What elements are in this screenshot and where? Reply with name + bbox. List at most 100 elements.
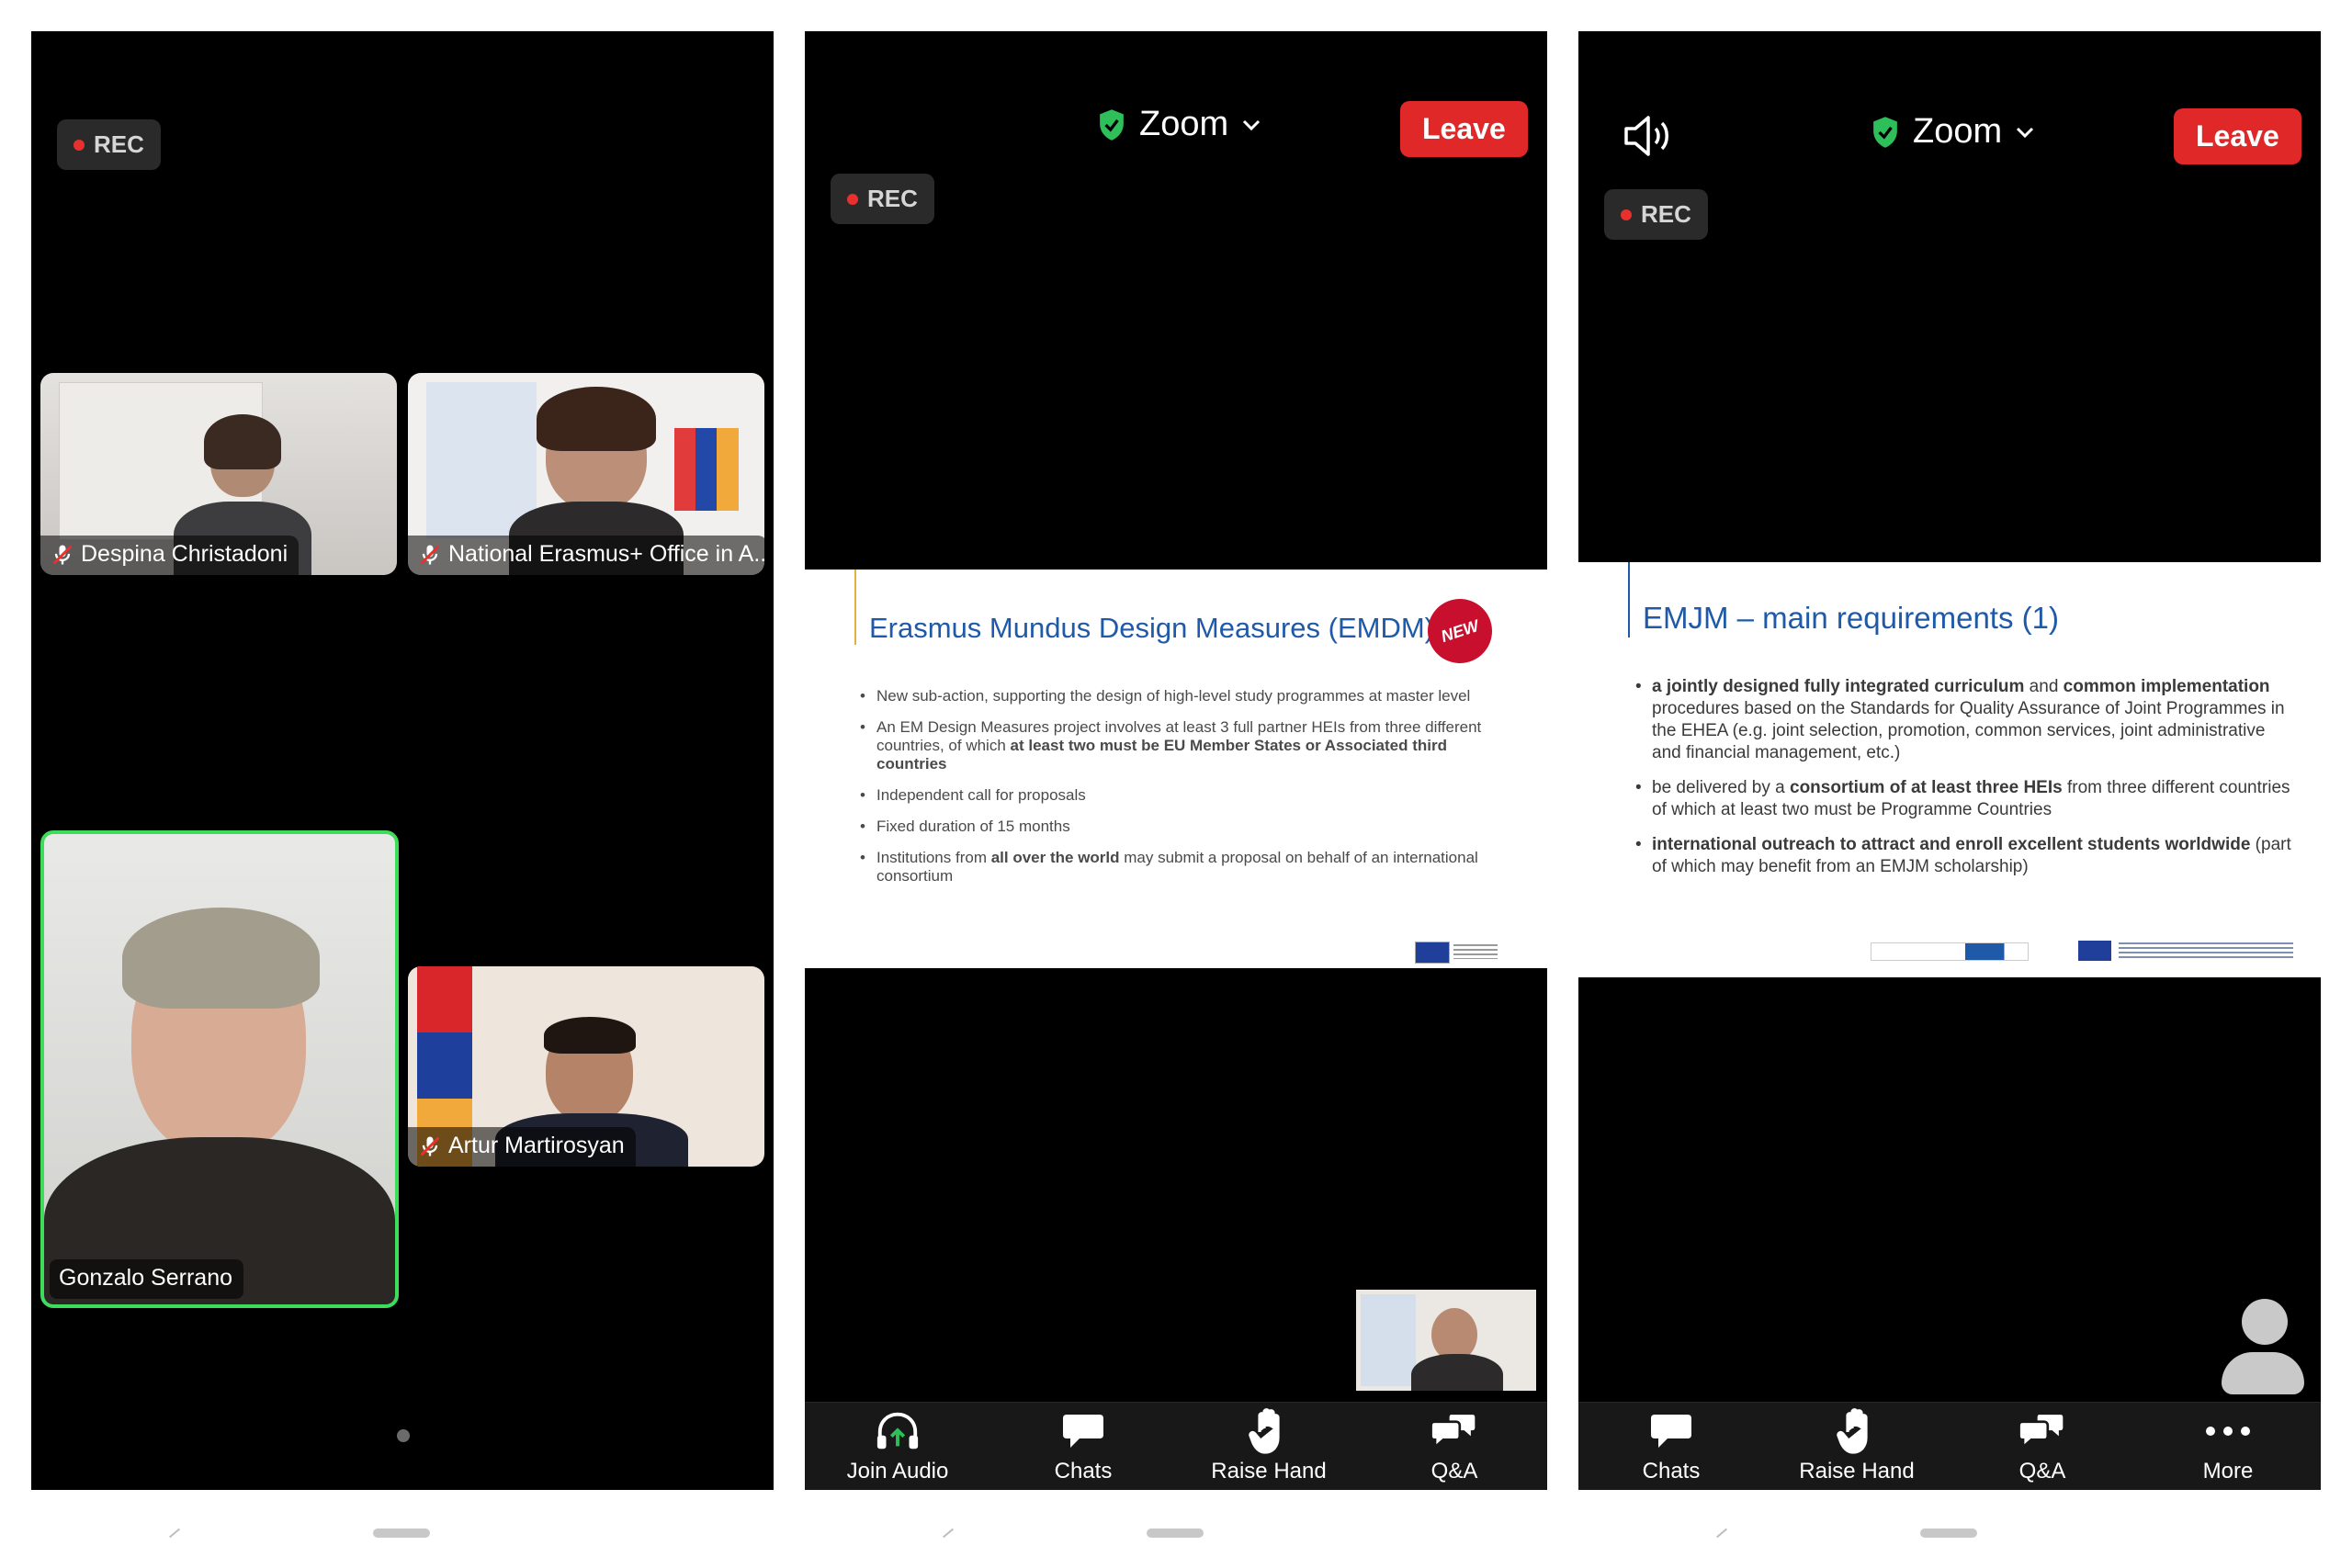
mic-muted-icon (52, 545, 73, 564)
chevron-down-icon (2017, 127, 2034, 138)
slide-accent-bar (1628, 562, 1630, 637)
participant-tile-artur[interactable]: Artur Martirosyan (408, 966, 764, 1167)
record-dot-icon (74, 139, 85, 151)
bullet-bold-text: a jointly designed fully integrated curr… (1652, 677, 2025, 696)
chat-bubble-icon (1060, 1409, 1106, 1453)
toolbar-label: Raise Hand (1211, 1459, 1327, 1483)
home-gesture-pill[interactable] (373, 1529, 430, 1538)
toolbar-label: Chats (1054, 1459, 1113, 1483)
leave-button[interactable]: Leave (2174, 108, 2301, 164)
self-view-thumbnail[interactable] (1356, 1290, 1536, 1391)
participant-name: National Erasmus+ Office in A... (448, 541, 764, 567)
toolbar-label: Q&A (1430, 1459, 1478, 1483)
eu-flag-logo (2078, 941, 2111, 961)
meeting-title: Zoom (1913, 112, 2003, 151)
page-indicator-dot[interactable] (397, 1429, 410, 1442)
bullet-bold-text: all over the world (990, 849, 1120, 866)
leave-button[interactable]: Leave (1400, 101, 1528, 157)
qa-button[interactable]: Q&A (1362, 1403, 1547, 1490)
more-dots-icon (2205, 1409, 2251, 1453)
slide-title: Erasmus Mundus Design Measures (EMDM) (869, 612, 1435, 644)
participant-hair (204, 414, 281, 469)
home-gesture-pill[interactable] (1147, 1529, 1204, 1538)
raise-hand-button[interactable]: Raise Hand (1764, 1403, 1950, 1490)
bullet-text: Institutions from (876, 849, 991, 866)
european-commission-logo (1453, 944, 1498, 959)
chats-button[interactable]: Chats (990, 1403, 1176, 1490)
mic-muted-icon (420, 545, 440, 564)
bullet-item: New sub-action, supporting the design of… (860, 687, 1494, 705)
bullet-text: be delivered by a (1652, 778, 1790, 797)
slide-bullets: New sub-action, supporting the design of… (860, 687, 1494, 886)
bullet-item: An EM Design Measures project involves a… (860, 718, 1494, 773)
mic-muted-icon (420, 1136, 440, 1156)
gallery-view-panel: REC Despina Christadoni National Erasmus… (31, 31, 774, 1490)
meeting-title-dropdown[interactable]: Zoom (1097, 105, 1261, 144)
bullet-item: Independent call for proposals (860, 786, 1494, 805)
shared-screen-slide: EMJM – main requirements (1) a jointly d… (1578, 562, 2321, 977)
participant-name: Artur Martirosyan (448, 1133, 625, 1158)
hand-icon (1834, 1408, 1880, 1454)
meeting-title-dropdown[interactable]: Zoom (1871, 112, 2035, 152)
participant-tile-despina[interactable]: Despina Christadoni (40, 373, 397, 575)
qa-bubbles-icon (1431, 1409, 1477, 1453)
recording-label: REC (94, 130, 144, 158)
shared-screen-slide: Erasmus Mundus Design Measures (EMDM) NE… (805, 570, 1547, 968)
participant-name: Gonzalo Serrano (59, 1265, 233, 1291)
new-badge: NEW (1419, 590, 1501, 672)
bullet-item: a jointly designed fully integrated curr… (1635, 676, 2297, 764)
bullet-item: Institutions from all over the world may… (860, 849, 1494, 886)
join-audio-button[interactable]: Join Audio (805, 1403, 990, 1490)
home-gesture-pill[interactable] (1920, 1529, 1977, 1538)
bullet-item: international outreach to attract and en… (1635, 834, 2297, 878)
participant-hair (544, 1017, 636, 1054)
poster-background (426, 382, 537, 538)
participant-name-label: Artur Martirosyan (408, 1127, 636, 1167)
participant-hair (122, 908, 320, 1009)
raise-hand-button[interactable]: Raise Hand (1176, 1403, 1362, 1490)
back-gesture-hint[interactable] (168, 1528, 181, 1539)
participant-tile-national-erasmus[interactable]: National Erasmus+ Office in A... (408, 373, 764, 575)
chevron-down-icon (1243, 119, 1261, 130)
website-banner-logo (1871, 942, 2029, 961)
bullet-bold-text: consortium of at least three HEIs (1790, 778, 2063, 797)
bullet-text: Independent call for proposals (876, 786, 1086, 804)
bullet-text: New sub-action, supporting the design of… (876, 687, 1471, 705)
toolbar-label: Raise Hand (1799, 1459, 1915, 1483)
more-button[interactable]: More (2135, 1403, 2321, 1490)
back-gesture-hint[interactable] (1715, 1528, 1728, 1539)
avatar-head (2242, 1299, 2288, 1345)
avatar-body (2222, 1352, 2304, 1394)
bullet-text: Fixed duration of 15 months (876, 818, 1070, 835)
qa-bubbles-icon (2019, 1409, 2065, 1453)
new-badge-label: NEW (1438, 615, 1481, 646)
toolbar-label: Q&A (2018, 1459, 2066, 1483)
chat-bubble-icon (1648, 1409, 1694, 1453)
bullet-text: procedures based on the Standards for Qu… (1652, 699, 2285, 762)
bullet-item: Fixed duration of 15 months (860, 818, 1494, 836)
chats-button[interactable]: Chats (1578, 1403, 1764, 1490)
meeting-title: Zoom (1139, 105, 1229, 143)
hand-icon (1246, 1408, 1292, 1454)
participant-body (1411, 1354, 1503, 1391)
poster-background (1361, 1294, 1416, 1386)
headphones-icon (875, 1409, 921, 1453)
recording-indicator: REC (831, 174, 934, 224)
record-dot-icon (847, 193, 858, 205)
recording-label: REC (1641, 200, 1691, 228)
bullet-text: and (2024, 677, 2064, 696)
participant-name-label: National Erasmus+ Office in A... (408, 536, 764, 575)
bullet-bold-text: international outreach to attract and en… (1652, 835, 2251, 854)
speaker-icon[interactable] (1623, 112, 1678, 160)
recording-indicator: REC (57, 119, 161, 170)
eu-flag-logo (1415, 942, 1450, 964)
shield-check-icon (1100, 108, 1124, 141)
toolbar-label: More (2202, 1459, 2254, 1483)
avatar (2222, 1299, 2304, 1394)
qa-button[interactable]: Q&A (1950, 1403, 2135, 1490)
slide-accent-bar (854, 570, 856, 645)
back-gesture-hint[interactable] (942, 1528, 955, 1539)
eacea-logo (2119, 942, 2293, 959)
participant-tile-gonzalo-active-speaker[interactable]: Gonzalo Serrano (40, 830, 399, 1308)
webinar-view-panel: Zoom Leave REC Erasmus Mundus Design Mea… (805, 31, 1547, 1490)
